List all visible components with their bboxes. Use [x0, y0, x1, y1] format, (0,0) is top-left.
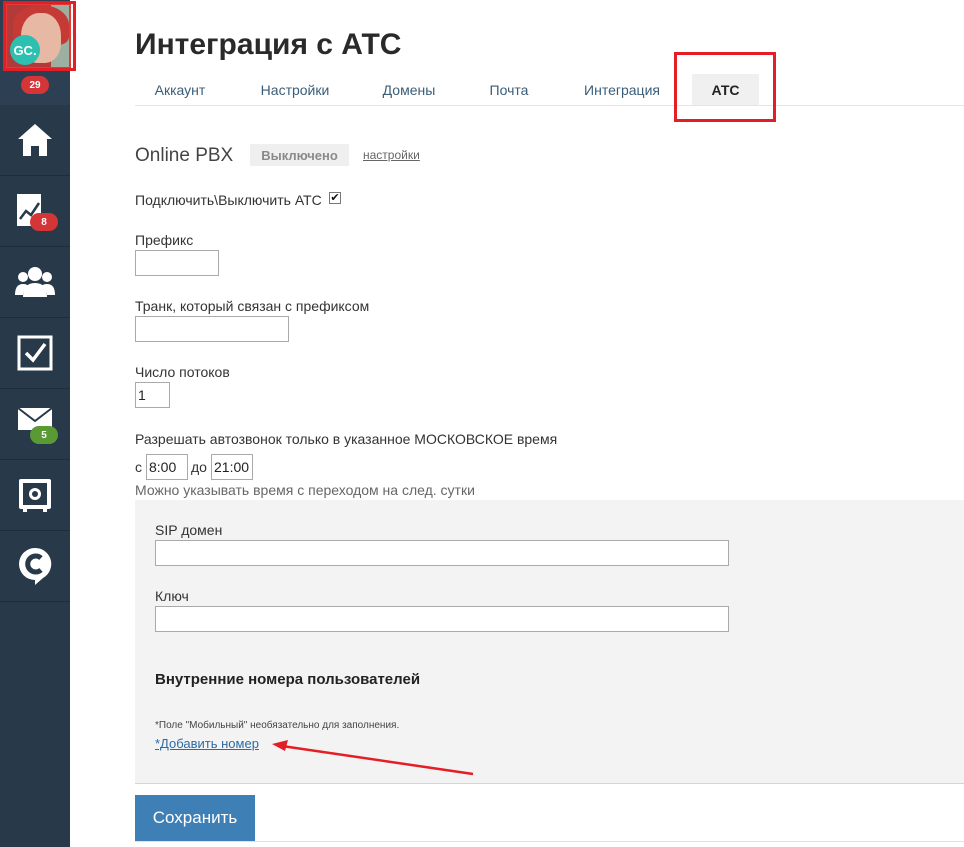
sidebar-item-mail[interactable]: 5 [0, 389, 70, 460]
autocall-label: Разрешать автозвонок только в указанное … [135, 431, 558, 447]
chat-icon [19, 547, 52, 585]
prefix-label: Префикс [135, 232, 194, 248]
pbx-name: Online PBX [135, 145, 234, 166]
tab-account[interactable]: Аккаунт [135, 74, 225, 105]
tab-domains[interactable]: Домены [365, 74, 453, 105]
pbx-settings-link[interactable]: настройки [363, 148, 420, 162]
pbx-toggle-label: Подключить\Выключить АТС [135, 192, 322, 208]
save-button[interactable]: Сохранить [135, 795, 255, 841]
page-title: Интеграция с АТС [135, 28, 402, 61]
internal-numbers-heading: Внутренние номера пользователей [155, 671, 421, 688]
sidebar-item-safe[interactable] [0, 460, 70, 531]
trunk-input[interactable] [135, 316, 289, 342]
key-label: Ключ [155, 588, 189, 604]
annotation-arrow-icon [272, 740, 474, 776]
from-time-input[interactable]: 8:00 [146, 454, 188, 480]
pbx-toggle-checkbox[interactable]: ✔ [329, 192, 341, 204]
sip-domain-label: SIP домен [155, 522, 223, 538]
analytics-badge: 8 [30, 213, 58, 231]
prefix-input[interactable] [135, 250, 219, 276]
sidebar: GC. 29 8 5 [0, 0, 71, 847]
time-hint: Можно указывать время с переходом на сле… [135, 482, 475, 498]
status-badge: Выключено [250, 144, 349, 166]
tab-mail[interactable]: Почта [470, 74, 548, 105]
tab-highlight [674, 52, 776, 122]
checkbox-icon [17, 335, 53, 371]
streams-input[interactable]: 1 [135, 382, 170, 408]
from-label: с [135, 459, 142, 475]
to-label: до [191, 459, 207, 475]
tab-integration[interactable]: Интеграция [567, 74, 677, 105]
streams-label: Число потоков [135, 364, 230, 380]
tab-settings[interactable]: Настройки [240, 74, 350, 105]
sidebar-item-home[interactable] [0, 105, 70, 176]
home-icon [18, 124, 52, 156]
trunk-label: Транк, который связан с префиксом [135, 298, 370, 314]
sidebar-item-analytics[interactable]: 8 [0, 176, 70, 247]
sidebar-item-chat[interactable] [0, 531, 70, 602]
sidebar-item-contacts[interactable] [0, 247, 70, 318]
tab-bar: Аккаунт Настройки Домены Почта Интеграци… [135, 74, 964, 106]
avatar-highlight [3, 1, 76, 71]
avatar-badge: 29 [21, 76, 49, 94]
bottom-divider [135, 841, 964, 842]
sip-domain-input[interactable] [155, 540, 729, 566]
sidebar-item-tasks[interactable] [0, 318, 70, 389]
users-icon [15, 267, 55, 297]
mobile-field-note: *Поле "Мобильный" необязательно для запо… [155, 720, 400, 731]
key-input[interactable] [155, 606, 729, 632]
to-time-input[interactable]: 21:00 [211, 454, 253, 480]
add-number-link[interactable]: *Добавить номер [155, 736, 259, 751]
mail-badge: 5 [30, 426, 58, 444]
safe-icon [19, 479, 51, 512]
